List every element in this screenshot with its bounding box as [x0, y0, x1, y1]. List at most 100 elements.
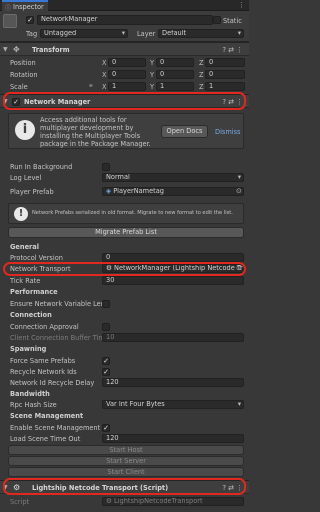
inspector-tab-label: Inspector: [13, 3, 44, 11]
migrate-prefab-list-button[interactable]: Migrate Prefab List: [8, 227, 244, 238]
rpc-hash-dropdown[interactable]: Var Int Four Bytes: [102, 400, 244, 409]
transform-header[interactable]: ▼ ✥ Transform ?⇄⋮: [0, 42, 249, 56]
position-label: Position: [10, 59, 36, 67]
ensure-net-var-checkbox[interactable]: [102, 300, 110, 308]
static-checkbox[interactable]: [213, 16, 221, 24]
client-conn-buffer-label: Client Connection Buffer Tin: [10, 334, 103, 342]
scale-y-field[interactable]: 1: [156, 82, 194, 91]
scale-z-field[interactable]: 1: [205, 82, 245, 91]
highlight-network-manager: [3, 92, 246, 110]
transform-icon: ✥: [13, 45, 20, 54]
start-server-button[interactable]: Start Server: [8, 456, 244, 466]
client-conn-buffer-field: 10: [102, 333, 244, 342]
position-x-field[interactable]: 0: [108, 58, 146, 67]
enable-scene-mgmt-label: Enable Scene Management: [10, 424, 101, 432]
tag-label: Tag: [26, 30, 38, 38]
link-icon[interactable]: ⚭: [88, 82, 94, 90]
object-name-field[interactable]: NetworkManager: [37, 15, 213, 25]
rpc-hash-row: Rpc Hash Size Var Int Four Bytes: [0, 400, 249, 410]
load-timeout-row: Load Scene Time Out 120: [0, 434, 249, 444]
component-icons[interactable]: ?⇄⋮: [222, 46, 245, 54]
log-level-label: Log Level: [10, 174, 42, 182]
active-checkbox[interactable]: ✓: [26, 16, 34, 24]
info-line-2: multiplayer development by: [40, 124, 134, 132]
force-same-prefabs-checkbox[interactable]: ✓: [102, 357, 110, 365]
y-axis-label: Y: [150, 71, 155, 79]
rotation-y-field[interactable]: 0: [156, 70, 194, 79]
script-value: LightshipNetcodeTransport: [114, 497, 203, 505]
position-row: Position X 0 Y 0 Z 0: [0, 58, 249, 68]
enable-scene-mgmt-row: Enable Scene Management ✓: [0, 423, 249, 433]
highlight-lightship-transport: [3, 478, 246, 495]
rotation-z-field[interactable]: 0: [205, 70, 245, 79]
script-row: Script ⚙ LightshipNetcodeTransport: [0, 497, 249, 507]
rotation-row: Rotation X 0 Y 0 Z 0: [0, 70, 249, 80]
player-prefab-field[interactable]: ◈ PlayerNametag: [102, 187, 244, 196]
log-level-dropdown[interactable]: Normal: [102, 173, 244, 182]
layer-dropdown[interactable]: Default: [158, 29, 244, 38]
inspector-tab-bar: ⓘ Inspector ⋮: [0, 0, 249, 12]
connection-approval-row: Connection Approval: [0, 322, 249, 332]
enable-scene-mgmt-checkbox[interactable]: ✓: [102, 424, 110, 432]
dismiss-link[interactable]: Dismiss: [215, 128, 240, 136]
prefab-cube-icon: ◈: [106, 187, 112, 195]
info-line-4: package in the Package Manager.: [40, 140, 151, 148]
tick-rate-row: Tick Rate 30: [0, 276, 249, 286]
menu-icon[interactable]: ⋮: [238, 1, 245, 9]
scale-label: Scale: [10, 83, 28, 91]
recycle-ids-row: Recycle Network Ids ✓: [0, 367, 249, 377]
x-axis-label: X: [102, 71, 107, 79]
run-in-background-checkbox[interactable]: [102, 163, 110, 171]
object-picker-icon[interactable]: ⊙: [236, 187, 242, 195]
position-z-field[interactable]: 0: [205, 58, 245, 67]
position-y-field[interactable]: 0: [156, 58, 194, 67]
player-prefab-label: Player Prefab: [10, 188, 54, 196]
start-host-button[interactable]: Start Host: [8, 445, 244, 455]
force-same-prefabs-row: Force Same Prefabs ✓: [0, 356, 249, 366]
connection-approval-checkbox[interactable]: [102, 323, 110, 331]
info-line-3: installing the Multiplayer Tools: [40, 132, 141, 140]
load-timeout-field[interactable]: 120: [102, 434, 244, 443]
inspector-tab[interactable]: ⓘ Inspector: [2, 0, 48, 12]
load-timeout-label: Load Scene Time Out: [10, 435, 81, 443]
scale-x-field[interactable]: 1: [108, 82, 146, 91]
open-docs-button[interactable]: Open Docs: [161, 125, 208, 138]
general-header: General: [10, 243, 40, 251]
z-axis-label: Z: [199, 59, 204, 67]
rpc-hash-label: Rpc Hash Size: [10, 401, 57, 409]
x-axis-label: X: [102, 59, 107, 67]
protocol-version-label: Protocol Version: [10, 254, 63, 262]
warning-icon: !: [14, 207, 28, 221]
recycle-ids-checkbox[interactable]: ✓: [102, 368, 110, 376]
y-axis-label: Y: [150, 59, 155, 67]
bandwidth-header: Bandwidth: [10, 390, 50, 398]
script-field: ⚙ LightshipNetcodeTransport: [102, 497, 244, 506]
run-in-background-label: Run In Background: [10, 163, 73, 171]
tick-rate-field[interactable]: 30: [102, 276, 244, 285]
prefab-format-warning: ! Network Prefabs serialized in old form…: [8, 203, 244, 224]
x-axis-label: X: [102, 83, 107, 91]
recycle-ids-label: Recycle Network Ids: [10, 368, 77, 376]
tag-dropdown[interactable]: Untagged: [40, 29, 128, 38]
protocol-version-field[interactable]: 0: [102, 253, 244, 262]
info-line-1: Access additional tools for: [40, 116, 127, 124]
run-in-background-row: Run In Background: [0, 162, 249, 172]
recycle-delay-field[interactable]: 120: [102, 378, 244, 387]
script-icon: ⚙: [106, 497, 112, 505]
rotation-x-field[interactable]: 0: [108, 70, 146, 79]
client-conn-buffer-row: Client Connection Buffer Tin 10: [0, 333, 249, 343]
z-axis-label: Z: [199, 71, 204, 79]
script-label: Script: [10, 498, 30, 506]
gameobject-icon: [3, 14, 17, 28]
scene-management-header: Scene Management: [10, 412, 84, 420]
ensure-net-var-label: Ensure Network Variable Ler: [10, 300, 104, 308]
connection-approval-label: Connection Approval: [10, 323, 79, 331]
player-prefab-value: PlayerNametag: [113, 187, 164, 195]
foldout-arrow-icon[interactable]: ▼: [3, 46, 8, 53]
performance-header: Performance: [10, 288, 58, 296]
transform-title: Transform: [32, 46, 70, 54]
player-prefab-row: Player Prefab ◈ PlayerNametag ⊙: [0, 187, 249, 197]
z-axis-label: Z: [199, 83, 204, 91]
start-client-button[interactable]: Start Client: [8, 467, 244, 477]
log-level-row: Log Level Normal: [0, 173, 249, 183]
